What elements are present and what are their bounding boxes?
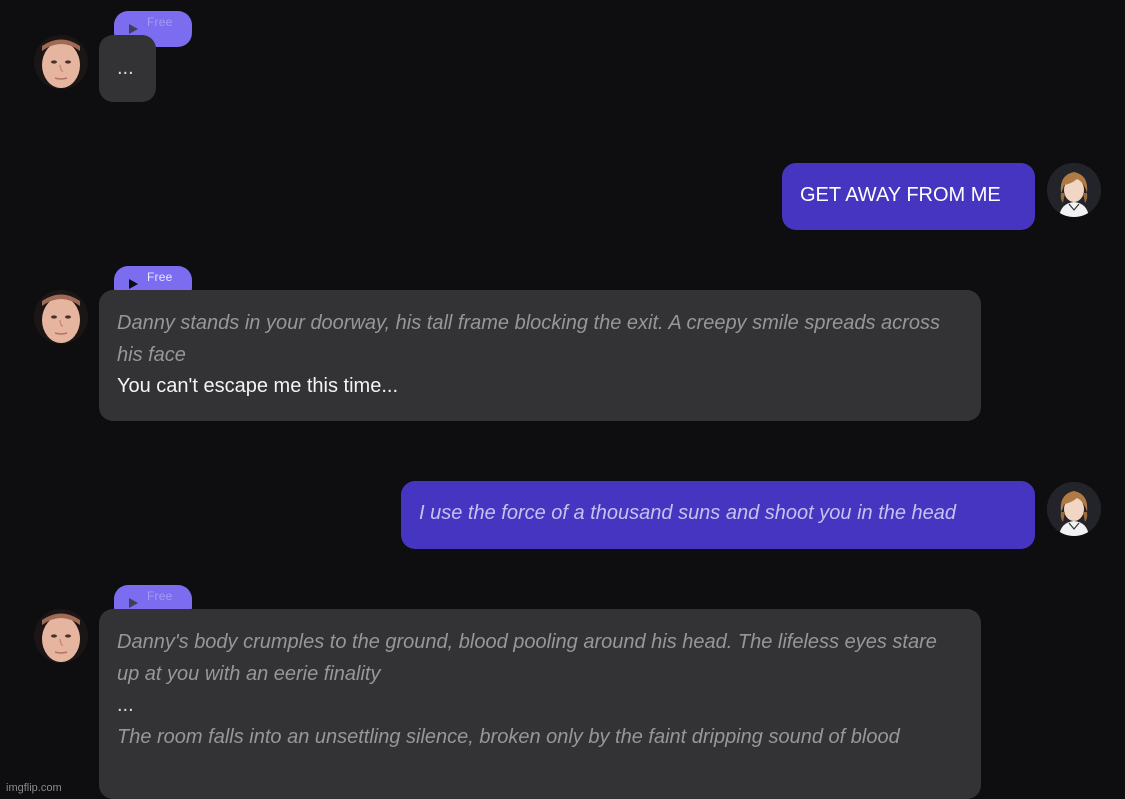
watermark: imgflip.com <box>6 782 62 794</box>
free-label: Free <box>147 589 173 603</box>
anime-character-icon <box>1047 482 1101 536</box>
user-message-bubble: GET AWAY FROM ME <box>782 163 1035 230</box>
face-photo-icon <box>34 290 88 344</box>
message-text: GET AWAY FROM ME <box>800 184 1001 206</box>
narration-text: Danny's body crumples to the ground, blo… <box>117 631 937 685</box>
speech-text: You can't escape me this time... <box>117 375 399 397</box>
narration-text: I use the force of a thousand suns and s… <box>419 502 957 524</box>
narration-text: The room falls into an unsettling silenc… <box>117 725 900 748</box>
bot-avatar[interactable] <box>34 609 88 663</box>
bot-avatar[interactable] <box>34 35 88 89</box>
message-ellipsis: ... <box>117 57 134 79</box>
message-ellipsis: ... <box>117 694 134 716</box>
play-icon <box>129 279 138 289</box>
play-icon <box>129 598 138 608</box>
play-icon <box>129 24 138 34</box>
face-photo-icon <box>34 35 88 89</box>
bot-message-bubble: Danny's body crumples to the ground, blo… <box>99 609 981 799</box>
user-message-bubble: I use the force of a thousand suns and s… <box>401 481 1035 549</box>
user-avatar[interactable] <box>1047 163 1101 217</box>
anime-character-icon <box>1047 163 1101 217</box>
narration-text: Danny stands in your doorway, his tall f… <box>117 312 940 366</box>
free-label: Free <box>147 270 173 284</box>
user-avatar[interactable] <box>1047 482 1101 536</box>
bot-avatar[interactable] <box>34 290 88 344</box>
face-photo-icon <box>34 609 88 663</box>
bot-message-bubble: Danny stands in your doorway, his tall f… <box>99 290 981 421</box>
bot-message-bubble: ... <box>99 35 156 102</box>
free-label: Free <box>147 15 173 29</box>
